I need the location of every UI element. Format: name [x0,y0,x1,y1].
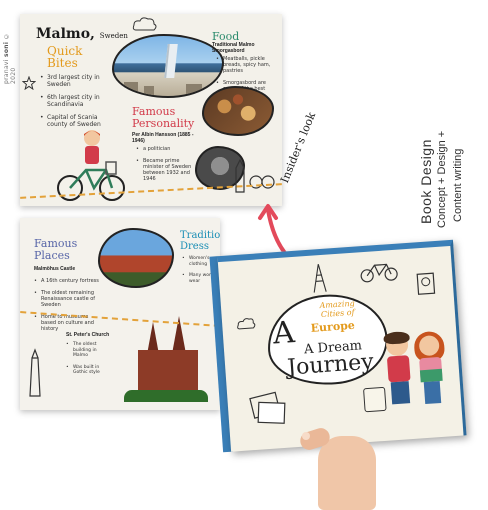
city-name: Malmo, [36,26,95,42]
personality-name: Per Albin Hansson (1885 - 1946) [132,132,194,144]
list-item: 6th largest city in Scandinavia [40,94,108,108]
list-item: The oldest building in Malmo [66,342,110,359]
famous-places-title: Famous Places [34,237,78,262]
list-item: Meatballs, pickle breads, spicy ham, pas… [216,56,276,74]
insiders-look-label: Insider's look [278,110,319,185]
photo-frames-doodle-icon [249,391,286,424]
credit-prefix: pranavi [3,59,10,84]
malmo-page: Malmo, Sweden Quick Bites 3rd largest ci… [20,14,282,206]
boy-pants [390,381,411,405]
boy-shirt [85,146,99,164]
church-facts: The oldest building in Malmo Was built i… [66,342,110,382]
list-item: Was built in Gothic style [66,365,110,376]
building [186,84,202,96]
food-photo [202,86,274,136]
places-page: Famous Places Malmöhus Castle A 16th cen… [20,218,220,410]
church-body [138,350,198,394]
city-title: Malmo, Sweden [36,26,128,42]
girl-pants [423,380,442,405]
castle-photo [98,228,174,288]
city-skyline-photo [112,34,224,98]
concept-label: Concept + Design + [436,130,448,228]
boy-head [84,130,100,146]
church-photo [124,316,208,402]
designer-credit: pranavi soni © 2020 [3,14,17,84]
quick-bites-title: Quick Bites [47,44,83,70]
list-item: A 16th century fortress [34,278,102,284]
castle-facts: A 16th century fortress The oldest remai… [34,278,102,338]
country-name: Sweden [99,32,128,40]
list-item: Became prime minister of Sweden between … [136,158,196,182]
building [144,86,154,96]
turning-torso-tower [164,44,178,78]
tree-sketch [261,175,275,189]
dress-title: Traditional Dress [180,230,220,252]
town-sketch [235,158,275,193]
content-writing-label: Content writing [452,148,464,222]
quick-bites-list: 3rd largest city in Sweden 6th largest c… [40,74,108,134]
credit-name: soni [3,41,10,58]
list-item: The oldest remaining Renaissance castle … [34,290,102,308]
star-doodle-icon [22,76,36,90]
cover-letter-a: A [271,315,296,352]
boy-character [381,331,417,415]
cloud-doodle-icon [132,17,157,31]
eiffel-tower-doodle-icon [313,264,327,293]
suitcase-doodle-icon [363,386,387,413]
list-item: a politician [136,146,196,152]
book-design-label: Book Design [418,139,434,224]
food-subtitle: Traditional Malmo Smorgasbord [212,42,255,54]
building [124,82,138,96]
lighthouse-sketch-icon [29,348,41,397]
thumb-nail [302,432,310,440]
castle-title: Malmöhus Castle [34,266,76,272]
personality-facts: a politician Became prime minister of Sw… [136,146,196,188]
boy-shirt [386,355,411,383]
cloud-doodle-icon [237,318,256,330]
church-title: St. Peter's Church [66,332,110,338]
passport-doodle-icon [416,272,436,295]
girl-character [413,330,449,415]
bicycle-doodle-icon [360,263,398,283]
personality-title: Famous Personality [132,105,195,130]
holding-hand [297,418,384,510]
list-item: 3rd largest city in Sweden [40,74,108,88]
hand-palm [318,436,376,510]
church-trees [124,390,208,402]
